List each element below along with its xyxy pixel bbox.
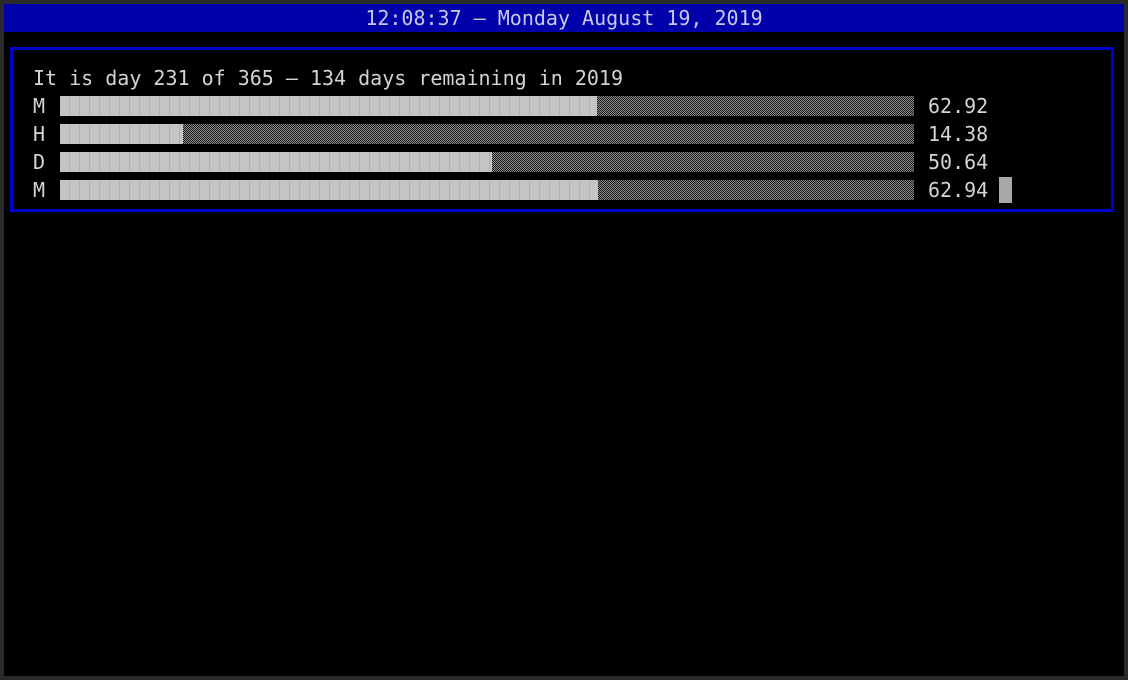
progress-bar-track: [60, 96, 914, 116]
progress-bar-fill: [60, 180, 598, 200]
progress-row-month: M 62.92: [33, 92, 1033, 120]
day-of-year-summary: It is day 231 of 365 – 134 days remainin…: [33, 66, 624, 90]
progress-bar-track: [60, 152, 914, 172]
progress-label: M: [33, 178, 46, 202]
progress-row-minute: M 62.94: [33, 176, 1033, 204]
progress-label: D: [33, 150, 46, 174]
terminal-cursor: [999, 177, 1012, 203]
progress-label: H: [33, 122, 46, 146]
progress-bar-fill: [60, 124, 183, 144]
progress-label: M: [33, 94, 46, 118]
terminal-window[interactable]: 12:08:37 – Monday August 19, 2019 It is …: [4, 4, 1124, 676]
progress-value: 62.92: [928, 94, 989, 118]
progress-bar-fill: [60, 96, 598, 116]
progress-row-day: D 50.64: [33, 148, 1033, 176]
clock-title-bar: 12:08:37 – Monday August 19, 2019: [4, 4, 1124, 32]
progress-bar-fill: [60, 152, 493, 172]
progress-value: 14.38: [928, 122, 989, 146]
progress-bar-track: [60, 180, 914, 200]
progress-value: 50.64: [928, 150, 989, 174]
progress-value: 62.94: [928, 178, 989, 202]
progress-bar-track: [60, 124, 914, 144]
year-progress-panel: It is day 231 of 365 – 134 days remainin…: [10, 47, 1114, 212]
progress-row-hour: H 14.38: [33, 120, 1033, 148]
